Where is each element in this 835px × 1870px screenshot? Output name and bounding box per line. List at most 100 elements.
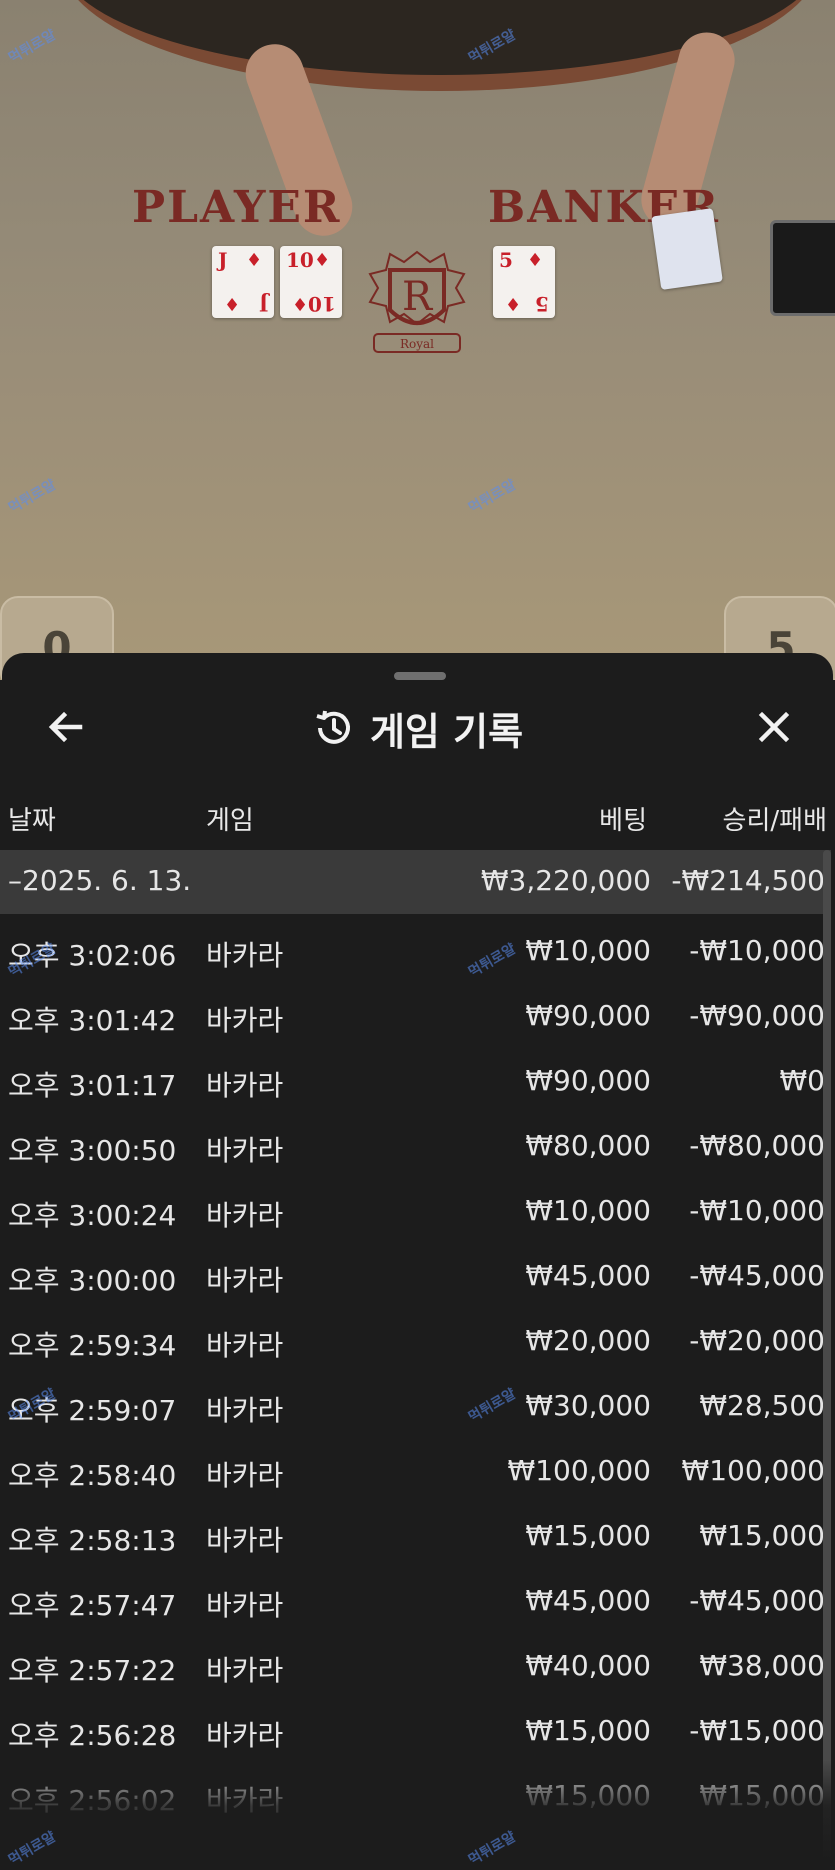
diamond-icon: ♦ <box>314 250 331 271</box>
row-time: 오후 3:02:06 <box>8 939 177 972</box>
row-result: ₩28,500 <box>699 1389 825 1422</box>
row-bet: ₩15,000 <box>525 1779 651 1812</box>
diamond-icon: ♦ <box>223 293 240 314</box>
table-row[interactable]: 오후 3:01:42 바카라 ₩90,000 -₩90,000 <box>0 985 831 1049</box>
row-result: -₩90,000 <box>689 999 825 1032</box>
list-scrollbar[interactable] <box>823 850 831 1862</box>
card-rank: 10 <box>286 248 314 272</box>
sheet-header: 게임 기록 <box>2 653 833 793</box>
sheet-title: 게임 기록 <box>369 709 524 754</box>
row-bet: ₩80,000 <box>525 1129 651 1162</box>
row-bet: ₩40,000 <box>525 1649 651 1682</box>
row-time: 오후 3:01:17 <box>8 1069 177 1102</box>
table-row[interactable]: 오후 2:58:40 바카라 ₩100,000 ₩100,000 <box>0 1440 831 1504</box>
row-game: 바카라 <box>206 1524 284 1557</box>
summary-result-total: -₩214,500 <box>671 864 825 897</box>
table-row[interactable]: 오후 2:56:02 바카라 ₩15,000 ₩15,000 <box>0 1765 831 1829</box>
diamond-icon: ♦ <box>504 293 521 314</box>
table-row[interactable]: 오후 3:00:24 바카라 ₩10,000 -₩10,000 <box>0 1180 831 1244</box>
row-bet: ₩30,000 <box>525 1389 651 1422</box>
table-row[interactable]: 오후 3:01:17 바카라 ₩90,000 ₩0 <box>0 1050 831 1114</box>
date-summary-row[interactable]: –2025. 6. 13. ₩3,220,000 -₩214,500 <box>0 850 831 914</box>
royal-crest-logo: R Royal <box>368 250 466 353</box>
table-row[interactable]: 오후 2:57:47 바카라 ₩45,000 -₩45,000 <box>0 1570 831 1634</box>
table-row[interactable]: 오후 2:56:28 바카라 ₩15,000 -₩15,000 <box>0 1700 831 1764</box>
table-row[interactable]: 오후 3:00:00 바카라 ₩45,000 -₩45,000 <box>0 1245 831 1309</box>
row-game: 바카라 <box>206 1199 284 1232</box>
row-game: 바카라 <box>206 1069 284 1102</box>
card-rank: 5 <box>499 248 513 272</box>
row-bet: ₩90,000 <box>525 999 651 1032</box>
row-game: 바카라 <box>206 1264 284 1297</box>
sheet-title-group: 게임 기록 <box>2 701 833 755</box>
card-rank: 10 <box>308 292 336 316</box>
table-row[interactable]: 오후 3:00:50 바카라 ₩80,000 -₩80,000 <box>0 1115 831 1179</box>
row-result: -₩45,000 <box>689 1584 825 1617</box>
row-result: ₩38,000 <box>699 1649 825 1682</box>
close-icon[interactable] <box>750 703 798 751</box>
diamond-icon: ♦ <box>246 250 263 271</box>
row-time: 오후 2:59:07 <box>8 1394 177 1427</box>
table-row[interactable]: 오후 3:02:06 바카라 ₩10,000 -₩10,000 <box>0 920 831 984</box>
row-game: 바카라 <box>206 1134 284 1167</box>
row-time: 오후 3:01:42 <box>8 1004 177 1037</box>
player-card-1: J ♦ J ♦ <box>212 246 274 318</box>
row-game: 바카라 <box>206 1459 284 1492</box>
diamond-icon: ♦ <box>527 250 544 271</box>
table-row[interactable]: 오후 2:58:13 바카라 ₩15,000 ₩15,000 <box>0 1505 831 1569</box>
row-result: ₩100,000 <box>681 1454 825 1487</box>
table-row[interactable]: 오후 2:59:07 바카라 ₩30,000 ₩28,500 <box>0 1375 831 1439</box>
crest-letter: R <box>402 274 434 320</box>
row-result: ₩0 <box>779 1064 826 1097</box>
row-game: 바카라 <box>206 1394 284 1427</box>
row-result: -₩20,000 <box>689 1324 825 1357</box>
column-header-bet: 베팅 <box>599 806 647 836</box>
live-video-feed: PLAYER BANKER J ♦ J ♦ 10 ♦ 10 ♦ 5 ♦ 5 ♦ … <box>0 0 835 680</box>
row-bet: ₩90,000 <box>525 1064 651 1097</box>
row-time: 오후 3:00:24 <box>8 1199 177 1232</box>
row-game: 바카라 <box>206 1589 284 1622</box>
row-game: 바카라 <box>206 1784 284 1817</box>
row-time: 오후 2:57:22 <box>8 1654 177 1687</box>
row-game: 바카라 <box>206 1004 284 1037</box>
row-bet: ₩15,000 <box>525 1714 651 1747</box>
row-time: 오후 3:00:00 <box>8 1264 177 1297</box>
card-rank: 5 <box>535 292 549 316</box>
card-rank: J <box>258 292 268 316</box>
row-time: 오후 2:59:34 <box>8 1329 177 1362</box>
history-icon <box>316 710 350 744</box>
row-time: 오후 2:58:13 <box>8 1524 177 1557</box>
row-bet: ₩15,000 <box>525 1519 651 1552</box>
row-game: 바카라 <box>206 1719 284 1752</box>
row-result: -₩10,000 <box>689 934 825 967</box>
player-label: PLAYER <box>132 182 342 233</box>
banker-card-1: 5 ♦ 5 ♦ <box>493 246 555 318</box>
column-header-date: 날짜 <box>8 806 56 836</box>
row-bet: ₩10,000 <box>525 934 651 967</box>
row-time: 오후 2:56:02 <box>8 1784 177 1817</box>
row-bet: ₩45,000 <box>525 1584 651 1617</box>
summary-date: –2025. 6. 13. <box>8 864 192 897</box>
crest-text: Royal <box>400 337 434 351</box>
summary-bet-total: ₩3,220,000 <box>480 864 651 897</box>
row-game: 바카라 <box>206 1654 284 1687</box>
row-result: ₩15,000 <box>699 1519 825 1552</box>
card-shoe <box>770 220 835 316</box>
table-row[interactable]: 오후 2:57:22 바카라 ₩40,000 ₩38,000 <box>0 1635 831 1699</box>
row-result: -₩10,000 <box>689 1194 825 1227</box>
row-bet: ₩20,000 <box>525 1324 651 1357</box>
row-bet: ₩100,000 <box>507 1454 651 1487</box>
row-result: -₩80,000 <box>689 1129 825 1162</box>
row-result: -₩45,000 <box>689 1259 825 1292</box>
table-row[interactable]: 오후 2:59:34 바카라 ₩20,000 -₩20,000 <box>0 1310 831 1374</box>
row-time: 오후 2:58:40 <box>8 1459 177 1492</box>
row-game: 바카라 <box>206 1329 284 1362</box>
row-time: 오후 2:56:28 <box>8 1719 177 1752</box>
row-time: 오후 3:00:50 <box>8 1134 177 1167</box>
player-card-2: 10 ♦ 10 ♦ <box>280 246 342 318</box>
row-bet: ₩45,000 <box>525 1259 651 1292</box>
diamond-icon: ♦ <box>291 293 308 314</box>
card-rank: J <box>218 248 228 272</box>
row-result: ₩15,000 <box>699 1779 825 1812</box>
row-bet: ₩10,000 <box>525 1194 651 1227</box>
